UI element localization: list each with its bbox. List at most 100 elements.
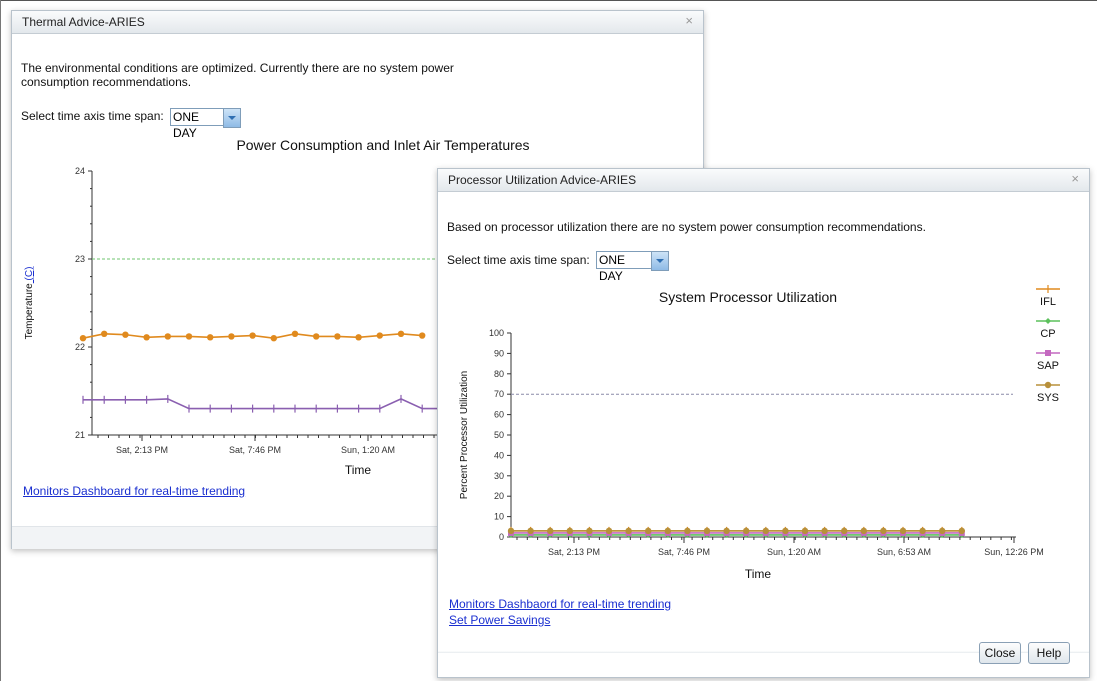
processor-series-point-3	[703, 527, 711, 535]
thermal-series-point-0	[397, 330, 405, 337]
processor-series-point-3	[605, 527, 613, 535]
processor-series-point-3	[664, 527, 671, 535]
processor-y-tick-label: 90	[494, 348, 504, 358]
processor-y-tick-label: 30	[494, 471, 504, 481]
processor-series-point-3	[684, 527, 691, 535]
thermal-dialog-title: Thermal Advice-ARIES	[22, 15, 145, 29]
processor-series-point-3	[899, 527, 907, 535]
processor-series-point-3	[527, 527, 534, 535]
processor-series-point-3	[958, 527, 965, 535]
processor-message: Based on processor utilization there are…	[447, 220, 926, 234]
processor-legend-label: SAP	[1037, 360, 1059, 372]
processor-x-tick-label: Sat, 7:46 PM	[658, 547, 710, 557]
processor-series-point-3	[939, 527, 946, 535]
thermal-y-unit-link[interactable]: (C)	[24, 267, 35, 284]
thermal-series-point-0	[313, 333, 320, 340]
processor-y-tick-label: 60	[494, 410, 504, 420]
processor-legend-label: SYS	[1037, 392, 1059, 404]
processor-series-point-3	[880, 527, 887, 535]
processor-y-tick-label: 40	[494, 450, 504, 460]
processor-y-tick-label: 70	[494, 389, 504, 399]
processor-y-tick-label: 80	[494, 369, 504, 379]
thermal-series-point-0	[143, 334, 150, 341]
processor-dropdown-arrow-icon[interactable]	[651, 251, 669, 271]
processor-x-tick-label: Sun, 1:20 AM	[767, 547, 821, 557]
thermal-series-point-0	[376, 332, 383, 339]
processor-timespan-label: Select time axis time span:	[447, 253, 590, 267]
set-power-savings-link[interactable]: Set Power Savings	[449, 613, 550, 627]
processor-legend-label: CP	[1040, 328, 1055, 340]
thermal-x-tick-label: Sat, 7:46 PM	[229, 445, 281, 455]
processor-y-tick-label: 20	[494, 491, 504, 501]
thermal-series-point-0	[185, 333, 193, 340]
processor-dashboard-link[interactable]: Monitors Dashbaord for real-time trendin…	[449, 597, 671, 611]
processor-timespan-select[interactable]: ONE DAY	[596, 251, 669, 283]
thermal-y-tick-label: 22	[75, 342, 85, 352]
processor-series-point-3	[762, 527, 769, 535]
processor-series-point-3	[645, 527, 652, 535]
processor-series-point-3	[782, 527, 789, 535]
processor-series-point-3	[547, 527, 554, 535]
thermal-timespan-label: Select time axis time span:	[21, 109, 164, 123]
processor-series-point-3	[507, 527, 515, 535]
processor-dialog-title: Processor Utilization Advice-ARIES	[448, 173, 637, 187]
processor-x-axis-label: Time	[745, 567, 772, 581]
thermal-series-point-0	[207, 334, 214, 341]
screen-edge-top	[0, 0, 1097, 1]
thermal-series-point-0	[355, 334, 362, 341]
processor-y-tick-label: 50	[494, 430, 504, 440]
processor-y-axis-label: Percent Processor Utilization	[459, 371, 470, 499]
thermal-series-point-0	[291, 330, 299, 337]
processor-legend-marker	[1044, 381, 1052, 389]
thermal-series-point-0	[334, 333, 341, 340]
thermal-series-point-0	[249, 332, 256, 339]
processor-legend-marker	[1045, 350, 1051, 356]
processor-x-tick-label: Sat, 2:13 PM	[548, 547, 600, 557]
processor-y-tick-label: 0	[499, 532, 504, 542]
close-button[interactable]: Close	[979, 642, 1021, 664]
processor-series-point-3	[743, 527, 750, 535]
processor-y-tick-label: 100	[489, 328, 504, 338]
processor-series-point-3	[723, 527, 730, 535]
thermal-x-tick-label: Sun, 1:20 AM	[341, 445, 395, 455]
thermal-timespan-select[interactable]: ONE DAY	[170, 108, 241, 140]
thermal-y-tick-label: 23	[75, 254, 85, 264]
processor-series-point-3	[566, 527, 573, 535]
processor-x-tick-label: Sun, 12:26 PM	[984, 547, 1044, 557]
thermal-series-point-0	[270, 335, 277, 342]
thermal-y-tick-label: 24	[75, 166, 85, 176]
thermal-y-tick-label: 21	[75, 430, 85, 440]
thermal-series-point-0	[228, 333, 235, 340]
processor-legend-marker	[1045, 318, 1051, 324]
processor-legend-label: IFL	[1040, 296, 1056, 308]
thermal-dropdown-arrow-icon[interactable]	[223, 108, 241, 128]
thermal-x-tick-label: Sat, 2:13 PM	[116, 445, 168, 455]
processor-series-point-3	[860, 527, 867, 535]
thermal-y-axis-label: Temperature (C)	[24, 267, 35, 340]
thermal-titlebar[interactable]: Thermal Advice-ARIES ×	[12, 11, 703, 34]
processor-series-point-3	[625, 527, 632, 535]
thermal-dashboard-link[interactable]: Monitors Dashboard for real-time trendin…	[23, 484, 245, 498]
thermal-series-point-0	[122, 331, 129, 338]
processor-series-point-3	[586, 527, 593, 535]
processor-series-point-3	[821, 527, 828, 535]
thermal-message: The environmental conditions are optimiz…	[21, 61, 454, 89]
processor-series-point-3	[841, 527, 848, 535]
processor-y-tick-label: 10	[494, 512, 504, 522]
screen-edge-left	[0, 0, 1, 681]
processor-chart: System Processor Utilization100908070605…	[459, 285, 1060, 581]
processor-series-point-3	[801, 527, 809, 535]
thermal-series-point-0	[101, 330, 108, 337]
processor-titlebar[interactable]: Processor Utilization Advice-ARIES ×	[438, 169, 1089, 192]
processor-chart-title: System Processor Utilization	[659, 289, 837, 305]
processor-series-point-3	[919, 527, 926, 535]
thermal-close-icon[interactable]: ×	[685, 13, 693, 28]
processor-close-icon[interactable]: ×	[1071, 171, 1079, 186]
processor-x-tick-label: Sun, 6:53 AM	[877, 547, 931, 557]
thermal-series-point-0	[419, 332, 426, 339]
help-button[interactable]: Help	[1028, 642, 1070, 664]
thermal-series-line-1	[83, 398, 486, 410]
thermal-series-point-0	[79, 335, 87, 342]
thermal-x-axis-label: Time	[345, 463, 372, 477]
thermal-series-point-0	[164, 333, 171, 340]
